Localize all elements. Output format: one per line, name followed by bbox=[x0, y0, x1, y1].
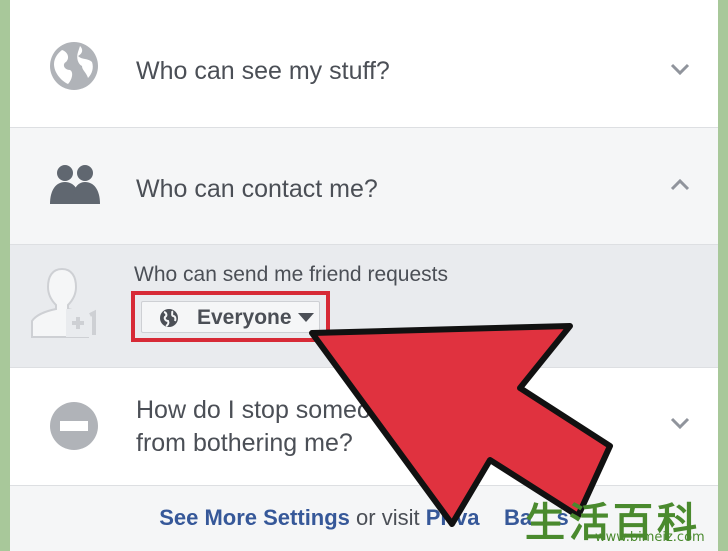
question-line-2: from bothering me? bbox=[136, 429, 353, 457]
globe-icon bbox=[50, 42, 98, 90]
friend-requests-row: Who can send me friend requests Everyone bbox=[10, 245, 718, 368]
chevron-down-icon[interactable] bbox=[665, 54, 695, 84]
see-more-settings-link[interactable]: See More Settings bbox=[159, 505, 350, 530]
highlight-box: Everyone bbox=[131, 291, 330, 342]
who-can-contact-row[interactable]: Who can contact me? bbox=[10, 128, 718, 245]
audience-dropdown[interactable]: Everyone bbox=[141, 301, 320, 333]
add-friend-icon bbox=[31, 267, 106, 338]
chevron-down-icon[interactable] bbox=[665, 408, 695, 438]
privacy-shortcuts-panel: Who can see my stuff? Who can contact me… bbox=[10, 0, 718, 551]
who-can-see-row[interactable]: Who can see my stuff? bbox=[10, 0, 718, 128]
friends-icon bbox=[50, 165, 100, 204]
stop-bothering-row[interactable]: How do I stop someo from bothering me? bbox=[10, 368, 718, 486]
who-can-contact-label: Who can contact me? bbox=[136, 175, 378, 203]
block-icon bbox=[50, 402, 98, 450]
stop-bothering-label: How do I stop someo from bothering me? bbox=[136, 394, 371, 460]
globe-icon bbox=[160, 309, 178, 327]
watermark-url: www.bimeiz.com bbox=[595, 530, 705, 545]
friend-requests-label: Who can send me friend requests bbox=[134, 263, 448, 286]
or-visit-text: or visit bbox=[349, 505, 426, 530]
chevron-up-icon[interactable] bbox=[665, 170, 695, 200]
question-line-1: How do I stop someo bbox=[136, 396, 371, 424]
caret-down-icon bbox=[298, 313, 314, 322]
audience-value: Everyone bbox=[197, 306, 292, 329]
who-can-see-label: Who can see my stuff? bbox=[136, 57, 390, 85]
watermark: 生活百科 www.bimeiz.com bbox=[525, 490, 728, 548]
